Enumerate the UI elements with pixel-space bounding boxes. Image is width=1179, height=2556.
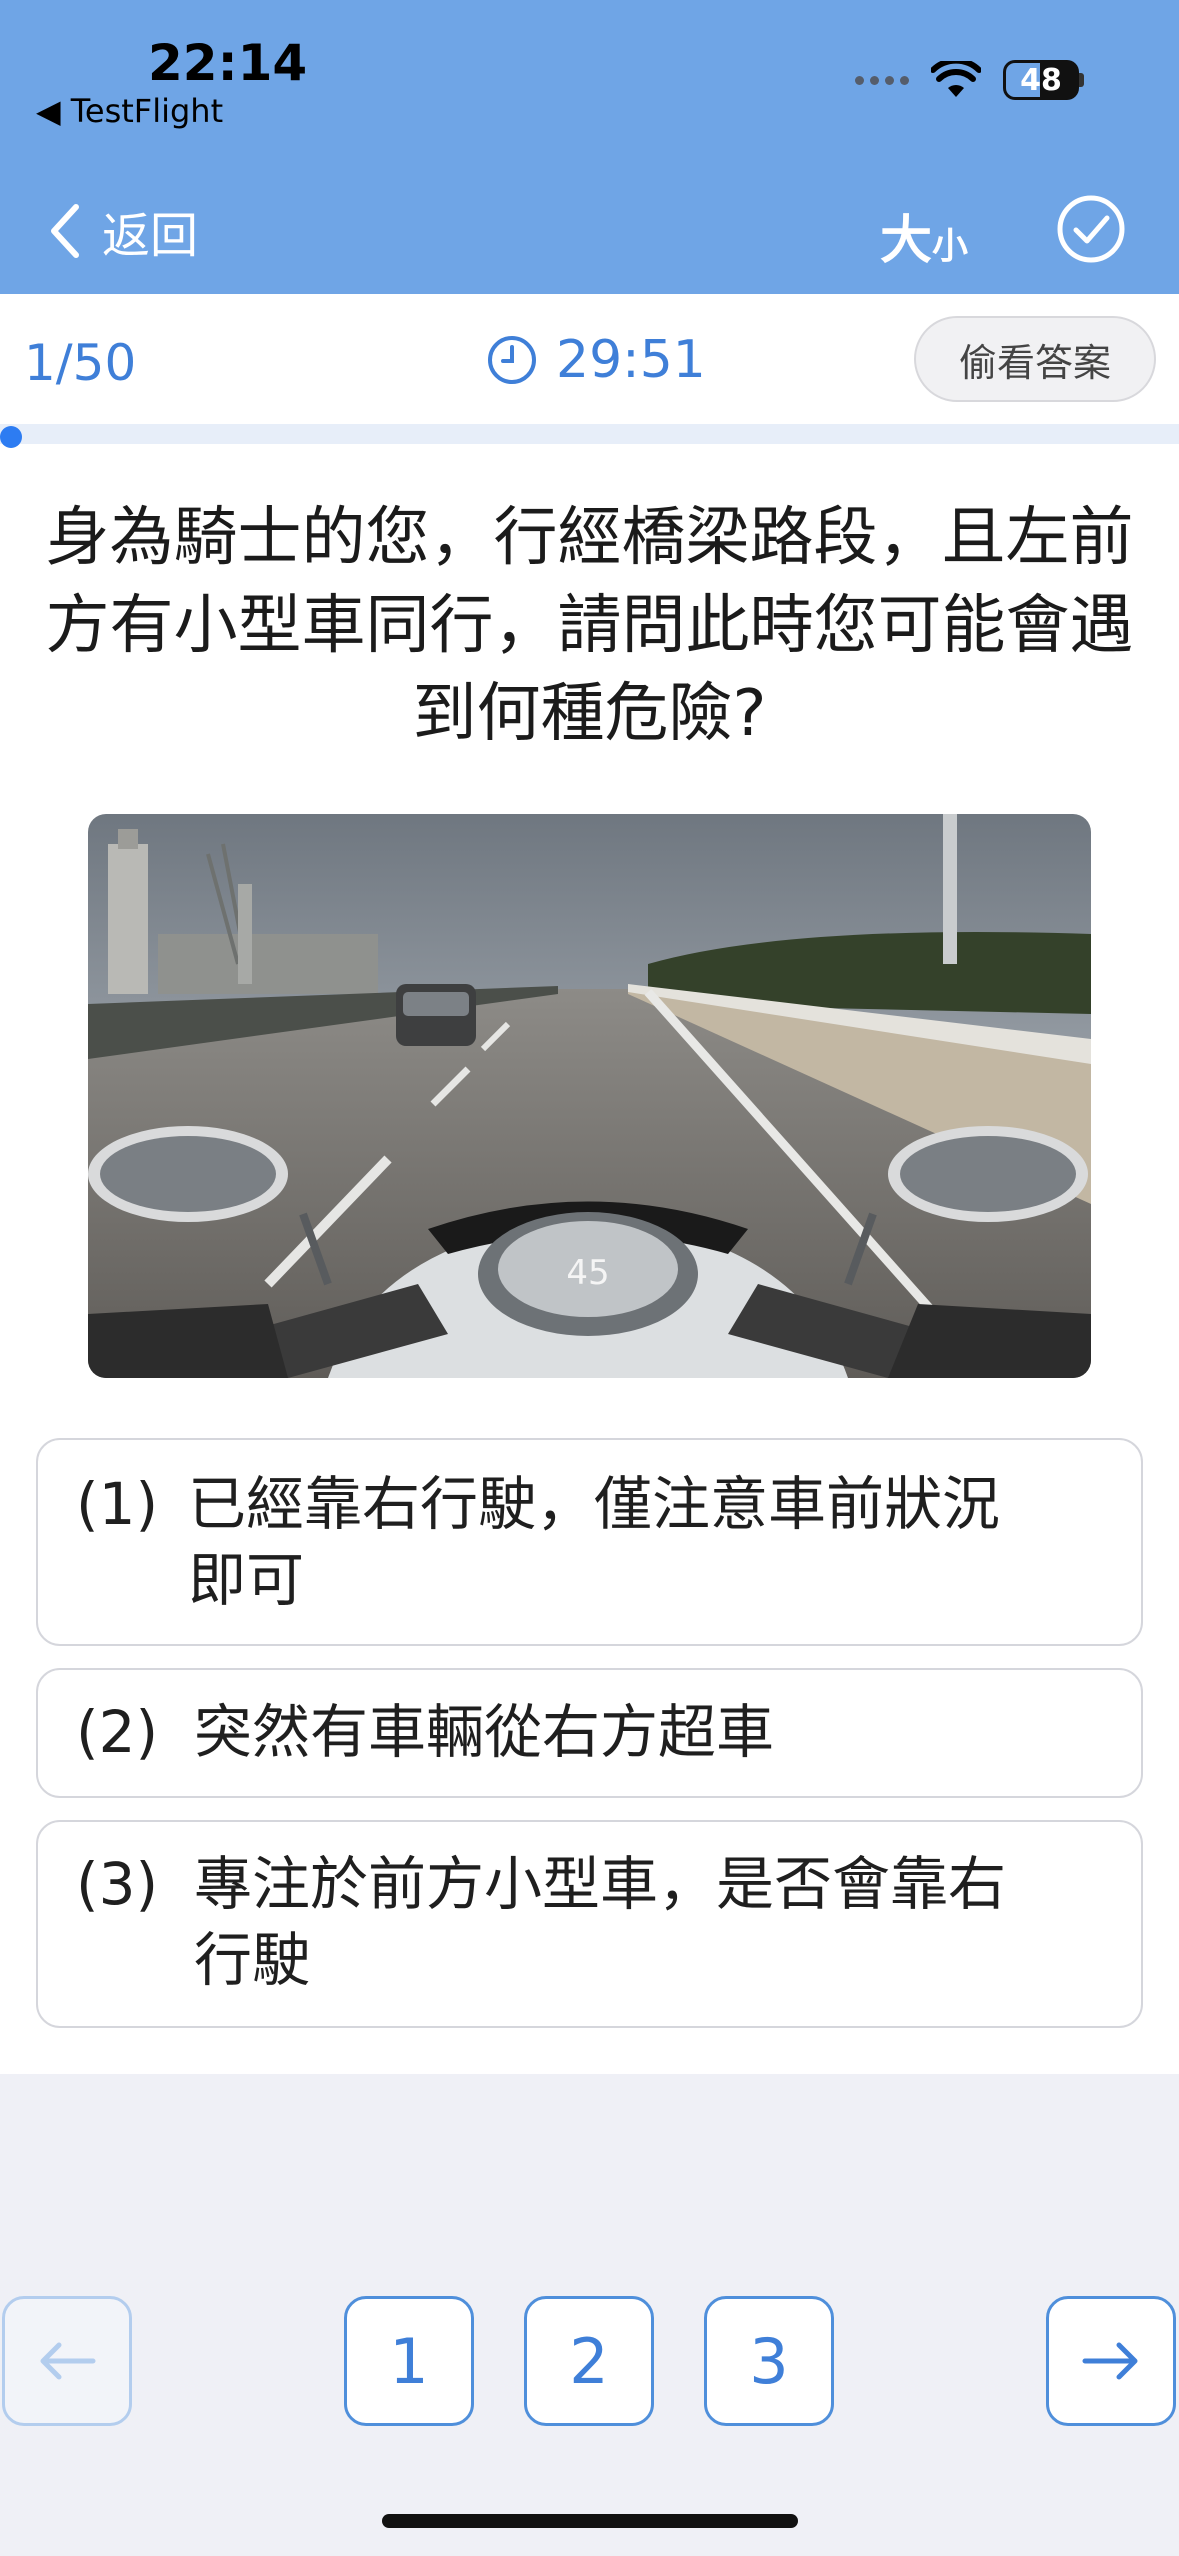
answer-option-1[interactable]: (1) 已經靠右行駛，僅注意車前狀況即可 [36, 1438, 1143, 1646]
header-bar: 22:14 ◀ TestFlight 48 返回 大小 [0, 0, 1179, 294]
battery-icon: 48 [1003, 60, 1084, 100]
answer-option-3[interactable]: (3) 專注於前方小型車，是否會靠右行駛 [36, 1820, 1143, 2028]
option-number: (3) [76, 1850, 159, 1918]
check-circle-icon [1057, 195, 1125, 263]
peek-answer-button[interactable]: 偷看答案 [914, 316, 1156, 402]
option-text: 已經靠右行駛，僅注意車前狀況即可 [188, 1470, 1001, 1614]
question-card: 1/50 29:51 偷看答案 身為騎士的您，行經橋梁路段，且左前方有小型車同行… [0, 294, 1179, 2074]
question-text: 身為騎士的您，行經橋梁路段，且左前方有小型車同行，請問此時您可能會遇到何種危險? [45, 501, 1134, 751]
arrow-right-icon [1082, 2342, 1138, 2380]
answer-option-2[interactable]: (2) 突然有車輛從右方超車 [36, 1668, 1143, 1798]
progress-indicator [0, 426, 22, 448]
chevron-left-icon [51, 204, 79, 258]
progress-track [0, 424, 1179, 444]
signal-icon [855, 75, 909, 85]
option-number: (2) [76, 1698, 159, 1766]
font-size-small-label: 小 [932, 226, 969, 267]
status-icons: 48 [855, 60, 1084, 100]
back-button[interactable]: 返回 [48, 196, 198, 266]
submit-button[interactable] [1056, 194, 1126, 268]
clock-icon [488, 336, 536, 384]
back-to-testflight-link[interactable]: ◀ TestFlight [36, 92, 223, 130]
previous-question-button[interactable] [2, 2296, 132, 2426]
home-indicator [382, 2514, 798, 2528]
font-size-button[interactable]: 大小 [880, 198, 968, 273]
countdown-timer: 29:51 [486, 330, 706, 390]
timer-value: 29:51 [556, 330, 706, 390]
next-question-button[interactable] [1046, 2296, 1176, 2426]
wifi-icon [931, 61, 981, 97]
font-size-big-label: 大 [880, 211, 933, 271]
question-counter: 1/50 [24, 334, 137, 392]
answer-button-3[interactable]: 3 [704, 2296, 834, 2426]
status-time: 22:14 [148, 34, 308, 92]
arrow-left-icon [40, 2342, 96, 2380]
option-text: 突然有車輛從右方超車 [194, 1698, 775, 1766]
answer-button-2[interactable]: 2 [524, 2296, 654, 2426]
speedometer-value: 45 [566, 1253, 609, 1293]
battery-level: 48 [1020, 62, 1062, 98]
option-text: 專注於前方小型車，是否會靠右行駛 [194, 1850, 1007, 1994]
back-label: 返回 [102, 208, 199, 264]
question-photo: 45 [88, 814, 1091, 1378]
bottom-navigation: 1 2 3 [0, 2296, 1179, 2428]
answer-button-1[interactable]: 1 [344, 2296, 474, 2426]
option-number: (1) [76, 1470, 159, 1538]
